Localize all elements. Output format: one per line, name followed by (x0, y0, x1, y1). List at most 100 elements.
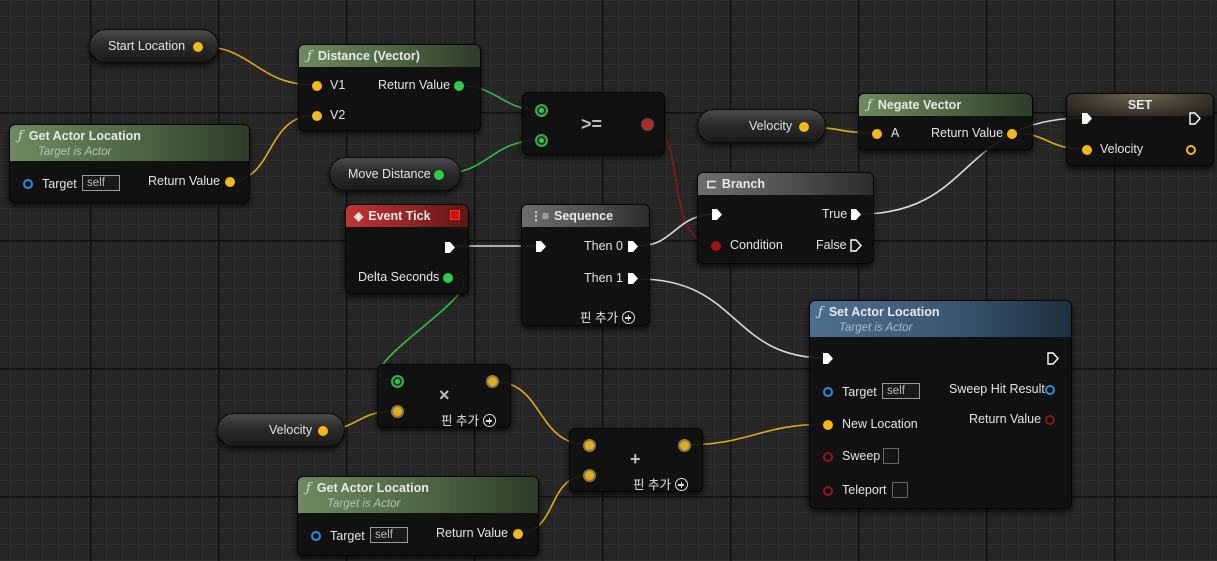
wire-then1-to-set-actor-location (637, 278, 827, 359)
add-pin-icon (674, 478, 688, 491)
branch-false-pin[interactable] (850, 239, 862, 252)
event-tick-node[interactable]: ◈ Event Tick Delta Seconds (345, 204, 469, 294)
sequence-title: Sequence (554, 209, 614, 223)
get-actor-location-top-node[interactable]: ƒ Get Actor Location Target is Actor Targ… (9, 124, 250, 203)
add-input-b-pin[interactable] (583, 469, 596, 482)
add-output-pin[interactable] (678, 439, 691, 452)
set-actor-location-return-pin[interactable] (1045, 415, 1055, 425)
get-actor-location-top-title: Get Actor Location (28, 129, 141, 143)
velocity-top-output-pin[interactable] (799, 122, 809, 132)
negate-return-label: Return Value (931, 126, 1004, 140)
sequence-add-pin-label: 핀 추가 (580, 311, 618, 325)
velocity-bottom-node[interactable]: Velocity (217, 413, 345, 447)
multiply-node[interactable]: × 핀 추가 (377, 364, 511, 428)
branch-exec-in-pin[interactable] (711, 208, 723, 221)
move-distance-node[interactable]: Move Distance (329, 157, 461, 191)
set-velocity-title: SET (1127, 98, 1153, 112)
sequence-header: ⋮≡ Sequence (522, 205, 649, 227)
new-location-label: New Location (842, 417, 918, 431)
event-tick-delta-pin[interactable] (443, 273, 453, 283)
sequence-then1-pin[interactable] (627, 272, 639, 285)
add-pin-icon (621, 311, 635, 324)
event-tick-delta-label: Delta Seconds (358, 270, 440, 284)
velocity-top-node[interactable]: Velocity (697, 109, 826, 143)
compare-node[interactable]: >= (522, 92, 665, 155)
set-velocity-output-pin[interactable] (1186, 145, 1196, 155)
sweep-hit-result-pin[interactable] (1045, 385, 1055, 395)
add-node[interactable]: + 핀 추가 (569, 428, 703, 492)
teleport-pin[interactable] (823, 486, 833, 496)
branch-node[interactable]: ⊏ Branch Condition True False (697, 172, 874, 264)
set-velocity-label: Velocity (1100, 142, 1144, 156)
negate-vector-node[interactable]: ƒ Negate Vector A Return Value (858, 93, 1033, 150)
sequence-node[interactable]: ⋮≡ Sequence Then 0 Then 1 핀 추가 (521, 204, 650, 326)
set-exec-in-pin[interactable] (1081, 112, 1093, 125)
negate-return-pin[interactable] (1007, 129, 1017, 139)
set-actor-location-target-field[interactable]: self (882, 383, 920, 399)
set-actor-location-exec-in-pin[interactable] (822, 352, 834, 365)
sweep-label: Sweep (842, 449, 881, 463)
event-tick-exec-out-pin[interactable] (444, 241, 456, 254)
set-actor-location-node[interactable]: ƒ Set Actor Location Target is Actor Targ… (809, 300, 1072, 509)
new-location-pin[interactable] (823, 420, 833, 430)
velocity-bottom-label: Velocity (269, 423, 313, 437)
add-add-pin-button[interactable]: 핀 추가 (633, 474, 688, 493)
add-pin-icon (482, 414, 496, 427)
sweep-checkbox[interactable] (883, 448, 899, 464)
branch-header: ⊏ Branch (698, 173, 873, 195)
get-actor-location-top-return-pin[interactable] (225, 177, 235, 187)
distance-return-pin[interactable] (454, 81, 464, 91)
velocity-bottom-output-pin[interactable] (318, 426, 328, 436)
event-tick-header: ◈ Event Tick (346, 205, 468, 227)
set-actor-location-exec-out-pin[interactable] (1047, 352, 1059, 365)
get-actor-location-bottom-target-pin[interactable] (311, 531, 321, 541)
multiply-input-a-pin[interactable] (391, 375, 404, 388)
negate-a-pin[interactable] (872, 129, 882, 139)
start-location-output-pin[interactable] (193, 42, 203, 52)
get-actor-location-top-return-label: Return Value (148, 174, 221, 188)
sequence-then1-label: Then 1 (584, 271, 623, 285)
get-actor-location-bottom-return-pin[interactable] (513, 529, 523, 539)
sequence-exec-in-pin[interactable] (535, 240, 547, 253)
set-actor-location-subtitle: Target is Actor (839, 322, 913, 334)
compare-output-pin[interactable] (641, 118, 654, 131)
get-actor-location-bottom-target-field[interactable]: self (370, 527, 408, 543)
get-actor-location-bottom-target-label: Target (330, 529, 365, 543)
add-operator: + (630, 449, 641, 469)
move-distance-output-pin[interactable] (434, 170, 444, 180)
set-exec-out-pin[interactable] (1189, 112, 1201, 125)
multiply-add-pin-label: 핀 추가 (441, 414, 479, 428)
set-actor-location-target-pin[interactable] (823, 387, 833, 397)
branch-condition-pin[interactable] (711, 241, 721, 251)
branch-true-pin[interactable] (850, 208, 862, 221)
distance-vector-node[interactable]: ƒ Distance (Vector) V1 V2 Return Value (298, 44, 481, 131)
sequence-add-pin-button[interactable]: 핀 추가 (580, 307, 635, 326)
get-actor-location-bottom-node[interactable]: ƒ Get Actor Location Target is Actor Targ… (297, 476, 539, 556)
sequence-then0-label: Then 0 (584, 239, 623, 253)
get-actor-location-top-target-field[interactable]: self (82, 175, 120, 191)
distance-v2-pin[interactable] (312, 111, 322, 121)
set-velocity-node[interactable]: SET Velocity (1066, 93, 1214, 166)
multiply-output-pin[interactable] (486, 375, 499, 388)
multiply-input-b-pin[interactable] (391, 405, 404, 418)
multiply-add-pin-button[interactable]: 핀 추가 (441, 410, 496, 429)
function-icon: ƒ (867, 97, 872, 113)
distance-v2-label: V2 (330, 108, 346, 122)
sweep-pin[interactable] (823, 452, 833, 462)
distance-return-label: Return Value (378, 78, 451, 92)
teleport-checkbox[interactable] (892, 482, 908, 498)
add-input-a-pin[interactable] (583, 439, 596, 452)
branch-title: Branch (721, 177, 765, 191)
compare-input-a-pin[interactable] (535, 104, 548, 117)
get-actor-location-bottom-return-label: Return Value (436, 526, 509, 540)
get-actor-location-top-target-pin[interactable] (23, 179, 33, 189)
function-icon: ƒ (818, 305, 823, 320)
sequence-then0-pin[interactable] (627, 240, 639, 253)
distance-v1-pin[interactable] (312, 81, 322, 91)
compare-input-b-pin[interactable] (535, 134, 548, 147)
set-velocity-input-pin[interactable] (1082, 145, 1092, 155)
set-actor-location-target-label: Target (842, 385, 877, 399)
event-icon: ◈ (354, 209, 364, 223)
start-location-node[interactable]: Start Location (89, 29, 219, 63)
teleport-label: Teleport (842, 483, 887, 497)
